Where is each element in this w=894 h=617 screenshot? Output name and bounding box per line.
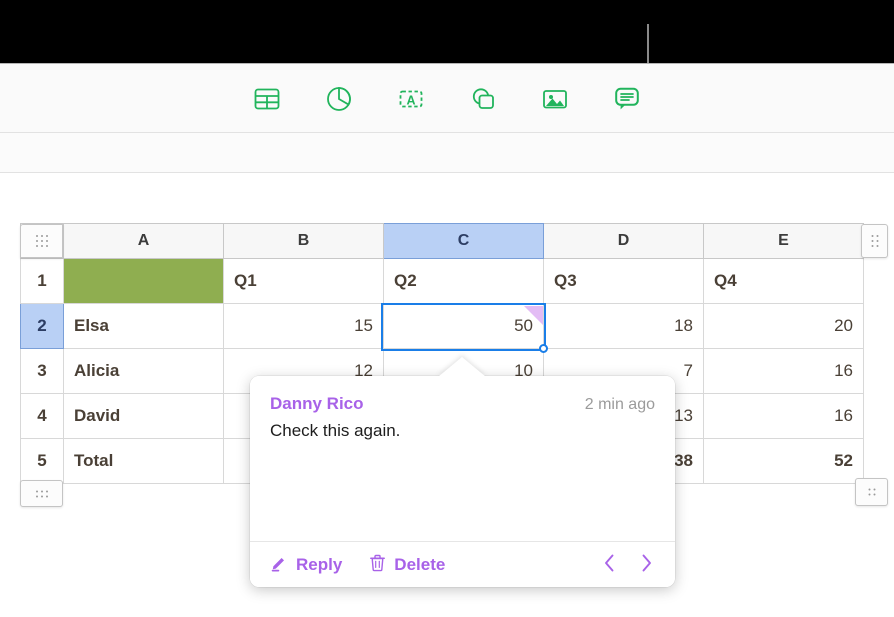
cell-a3[interactable]: Alicia bbox=[63, 348, 224, 394]
comment-navigation bbox=[601, 552, 655, 577]
row-header-4[interactable]: 4 bbox=[20, 393, 64, 439]
chevron-right-icon bbox=[638, 552, 655, 577]
row-header-1[interactable]: 1 bbox=[20, 258, 64, 304]
media-image-icon bbox=[540, 84, 570, 114]
header-cell-c1[interactable]: Q2 bbox=[383, 258, 544, 304]
column-header-row: A B C D E bbox=[20, 223, 864, 259]
column-header-d[interactable]: D bbox=[543, 223, 704, 259]
comment-header: Danny Rico 2 min ago bbox=[270, 394, 655, 414]
text-box-icon: A bbox=[396, 84, 426, 114]
cell-e3[interactable]: 16 bbox=[703, 348, 864, 394]
table-column-resize-handle[interactable] bbox=[861, 224, 888, 258]
cell-e2[interactable]: 20 bbox=[703, 303, 864, 349]
comment-bubble-icon bbox=[611, 83, 643, 115]
header-cell-b1[interactable]: Q1 bbox=[223, 258, 384, 304]
cell-a2[interactable]: Elsa bbox=[63, 303, 224, 349]
header-cell-e1[interactable]: Q4 bbox=[703, 258, 864, 304]
reply-button[interactable]: Reply bbox=[270, 553, 342, 577]
grip-dots-icon bbox=[35, 490, 48, 497]
table-resize-corner-handle[interactable] bbox=[855, 478, 888, 506]
next-comment-button[interactable] bbox=[638, 552, 655, 577]
popover-pointer bbox=[438, 357, 486, 377]
chevron-left-icon bbox=[601, 552, 618, 577]
header-cell-a1[interactable] bbox=[63, 258, 224, 304]
selection-fill-handle[interactable] bbox=[539, 344, 548, 353]
grip-dots-icon bbox=[871, 235, 878, 247]
delete-label: Delete bbox=[394, 554, 446, 574]
column-header-b[interactable]: B bbox=[223, 223, 384, 259]
row-header-5[interactable]: 5 bbox=[20, 438, 64, 484]
insert-comment-button[interactable] bbox=[605, 77, 649, 121]
column-header-e[interactable]: E bbox=[703, 223, 864, 259]
pencil-icon bbox=[270, 553, 289, 577]
table-row-resize-handle[interactable] bbox=[20, 480, 63, 507]
cell-comment-indicator[interactable] bbox=[524, 306, 543, 325]
comment-popover: Danny Rico 2 min ago Check this again. R… bbox=[250, 357, 675, 587]
comment-timestamp: 2 min ago bbox=[584, 396, 655, 413]
cell-e4[interactable]: 16 bbox=[703, 393, 864, 439]
insert-table-button[interactable] bbox=[245, 77, 289, 121]
grip-dots-icon bbox=[35, 235, 48, 247]
comment-footer: Reply Delete bbox=[250, 541, 675, 587]
delete-button[interactable]: Delete bbox=[368, 553, 445, 577]
cell-d2[interactable]: 18 bbox=[543, 303, 704, 349]
cell-b2[interactable]: 15 bbox=[223, 303, 384, 349]
chart-icon bbox=[324, 84, 354, 114]
row-header-2[interactable]: 2 bbox=[20, 303, 64, 349]
cell-c2[interactable]: 50 bbox=[383, 303, 544, 349]
toolbar: A bbox=[0, 63, 894, 133]
table-row-1: 1 Q1 Q2 Q3 Q4 bbox=[20, 258, 864, 304]
insert-text-button[interactable]: A bbox=[389, 77, 433, 121]
row-header-3[interactable]: 3 bbox=[20, 348, 64, 394]
cell-a5[interactable]: Total bbox=[63, 438, 224, 484]
comment-body: Danny Rico 2 min ago Check this again. bbox=[250, 376, 675, 541]
table-icon bbox=[252, 84, 282, 114]
insert-chart-button[interactable] bbox=[317, 77, 361, 121]
insert-shape-button[interactable] bbox=[461, 77, 505, 121]
comment-author: Danny Rico bbox=[270, 394, 364, 413]
grip-dots-icon bbox=[868, 488, 875, 496]
format-bar bbox=[0, 133, 894, 173]
comment-text[interactable]: Check this again. bbox=[270, 420, 655, 442]
previous-comment-button[interactable] bbox=[601, 552, 618, 577]
table-row-2: 2 Elsa 15 50 18 20 bbox=[20, 303, 864, 349]
trash-icon bbox=[368, 553, 387, 577]
toolbar-icon-group: A bbox=[0, 64, 894, 133]
column-header-a[interactable]: A bbox=[63, 223, 224, 259]
shape-icon bbox=[468, 84, 498, 114]
insert-media-button[interactable] bbox=[533, 77, 577, 121]
table-move-handle[interactable] bbox=[20, 224, 63, 258]
reply-label: Reply bbox=[296, 554, 343, 574]
svg-text:A: A bbox=[406, 93, 415, 107]
column-header-c[interactable]: C bbox=[383, 223, 544, 259]
top-band bbox=[0, 0, 894, 63]
cell-a4[interactable]: David bbox=[63, 393, 224, 439]
header-cell-d1[interactable]: Q3 bbox=[543, 258, 704, 304]
cell-e5[interactable]: 52 bbox=[703, 438, 864, 484]
